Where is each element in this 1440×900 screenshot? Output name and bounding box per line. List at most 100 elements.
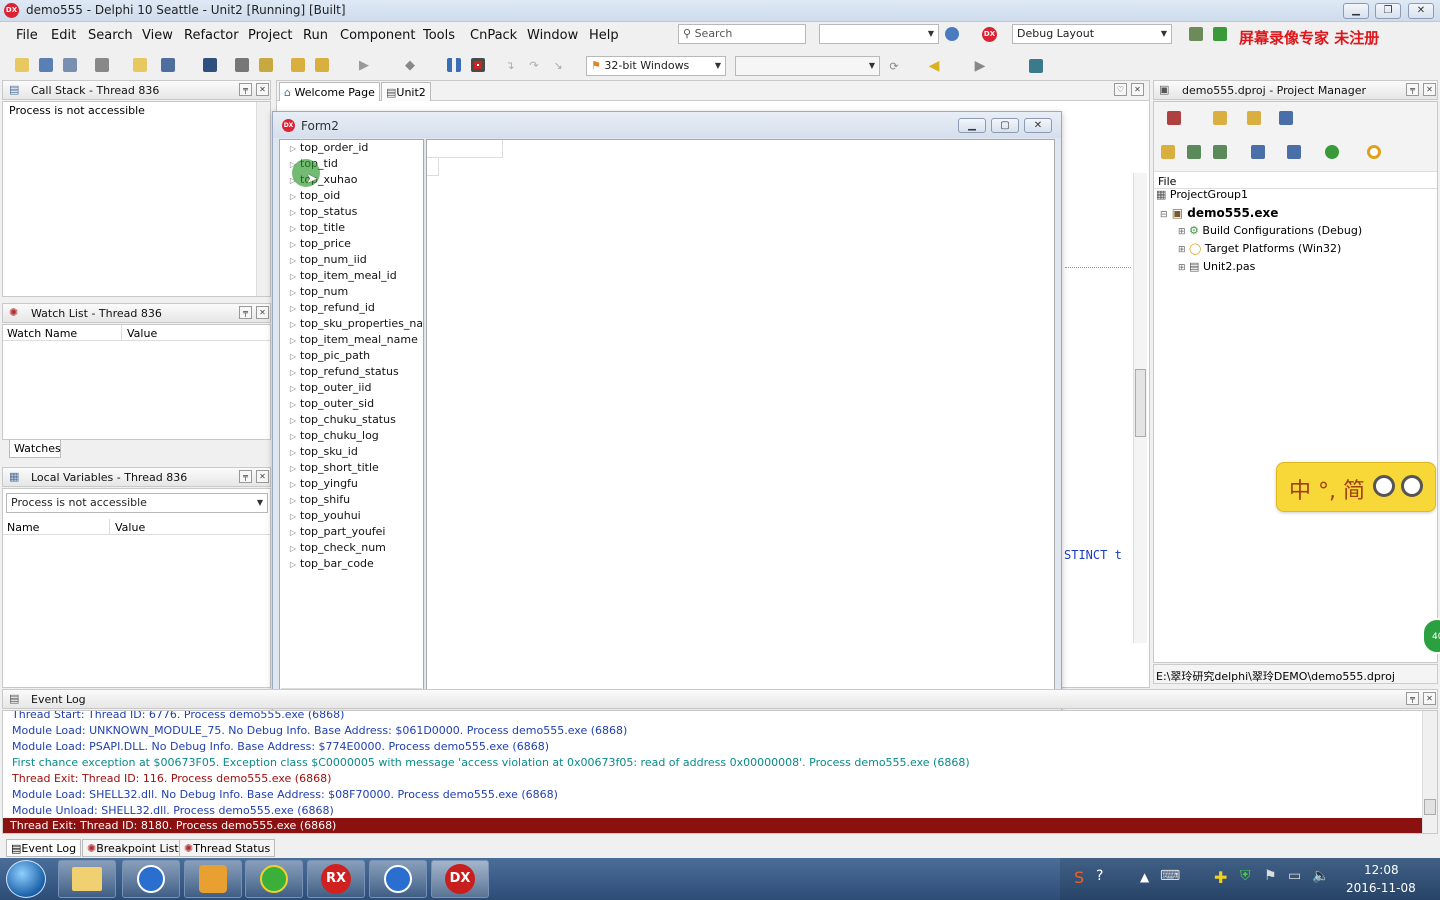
expand-arrow-icon[interactable]: ▷ xyxy=(286,192,300,201)
expand-arrow-icon[interactable]: ▷ xyxy=(286,528,300,537)
watches-tab[interactable]: Watches xyxy=(9,440,61,458)
platform-icon[interactable] xyxy=(1364,142,1384,162)
close-panel-icon[interactable]: ✕ xyxy=(256,470,269,483)
tree-item[interactable]: ▷ top_short_title xyxy=(286,461,379,477)
expand-arrow-icon[interactable]: ▷ xyxy=(286,224,300,233)
minimize-button[interactable]: ▁ xyxy=(1343,3,1369,19)
tree-item[interactable]: ▷ top_item_meal_name xyxy=(286,333,418,349)
log-line[interactable]: Thread Exit: Thread ID: 116. Process dem… xyxy=(12,772,331,785)
expand-arrow-icon[interactable]: ▷ xyxy=(286,240,300,249)
tree-item[interactable]: ▷ top_order_id xyxy=(286,141,368,157)
open-icon[interactable] xyxy=(36,55,56,75)
tree-item[interactable]: ▷ top_num xyxy=(286,285,348,301)
shield-icon[interactable]: ⛨ xyxy=(1240,868,1251,884)
tree-item[interactable]: ▷ top_status xyxy=(286,205,357,221)
expand-arrow-icon[interactable]: ▷ xyxy=(286,560,300,569)
menu-search[interactable]: Search xyxy=(88,28,133,43)
expand-arrow-icon[interactable]: ▷ xyxy=(286,352,300,361)
pin-icon[interactable]: ╤ xyxy=(239,470,252,483)
rx-task[interactable]: RX xyxy=(307,860,365,898)
tree-item[interactable]: ▷ top_youhui xyxy=(286,509,361,525)
options-icon[interactable] xyxy=(1276,108,1296,128)
expand-arrow-icon[interactable]: ▷ xyxy=(286,432,300,441)
expand-arrow-icon[interactable]: ▷ xyxy=(286,304,300,313)
expand-arrow-icon[interactable]: ▷ xyxy=(286,288,300,297)
computer-task[interactable] xyxy=(184,860,242,898)
add-file-icon[interactable] xyxy=(130,55,150,75)
tree-item[interactable]: ▷ top_item_meal_id xyxy=(286,269,397,285)
add-new-icon[interactable] xyxy=(1164,108,1184,128)
event-log-scrollbar[interactable] xyxy=(1422,711,1437,833)
close-panel-icon[interactable]: ✕ xyxy=(1423,83,1436,96)
tree-item[interactable]: ▷ top_oid xyxy=(286,189,340,205)
build-group-icon[interactable] xyxy=(1322,142,1342,162)
tab-breakpoint-list[interactable]: ✺Breakpoint List xyxy=(82,839,184,857)
network-tray-icon[interactable]: ⌨ xyxy=(1160,868,1180,884)
col-value[interactable]: Value xyxy=(127,327,157,340)
layout-settings-icon[interactable] xyxy=(1186,24,1206,44)
expand-arrow-icon[interactable]: ▷ xyxy=(286,448,300,457)
tree-item[interactable]: ▷ top_outer_sid xyxy=(286,397,374,413)
log-line[interactable]: Module Load: PSAPI.DLL. No Debug Info. B… xyxy=(12,740,549,753)
start-button[interactable] xyxy=(6,860,46,898)
forward-icon[interactable]: ▶ xyxy=(970,56,990,76)
pin-icon[interactable]: ╤ xyxy=(239,83,252,96)
expand-arrow-icon[interactable]: ▷ xyxy=(286,256,300,265)
tree-item[interactable]: ▷ top_title xyxy=(286,221,345,237)
menu-project[interactable]: Project xyxy=(248,28,292,43)
unit2-node[interactable]: ⊞ ▤ Unit2.pas xyxy=(1178,260,1255,273)
save-all-icon[interactable] xyxy=(158,55,178,75)
open-folder-icon[interactable] xyxy=(1244,108,1264,128)
tree-item[interactable]: ▷top_sku_properties_name xyxy=(286,317,422,333)
expand-arrow-icon[interactable]: ▷ xyxy=(286,320,300,329)
close-panel-icon[interactable]: ✕ xyxy=(256,306,269,319)
log-line[interactable]: First chance exception at $00673F05. Exc… xyxy=(12,756,970,769)
menu-tools[interactable]: Tools xyxy=(423,28,455,43)
pin-icon[interactable]: ╤ xyxy=(1406,83,1419,96)
expand-arrow-icon[interactable]: ▷ xyxy=(286,144,300,153)
form2-maximize-button[interactable]: ▢ xyxy=(991,118,1019,133)
expand-arrow-icon[interactable]: ▷ xyxy=(286,400,300,409)
menu-window[interactable]: Window xyxy=(527,28,578,43)
volume-icon[interactable]: 🔈 xyxy=(1312,868,1329,884)
search-input[interactable]: ⚲ Search xyxy=(678,24,806,44)
expand-arrow-icon[interactable]: ▷ xyxy=(286,416,300,425)
refresh-icon[interactable]: ⟳ xyxy=(884,56,904,76)
expand-arrow-icon[interactable]: ▷ xyxy=(286,336,300,345)
layout-combo[interactable]: Debug Layout ▼ xyxy=(1012,24,1172,44)
expand-arrow-icon[interactable]: ▷ xyxy=(286,368,300,377)
delphi-task[interactable]: DX xyxy=(431,860,489,898)
view-unit-icon[interactable] xyxy=(256,55,276,75)
col-name[interactable]: Name xyxy=(7,521,39,534)
run-to-cursor-icon[interactable]: ↘ xyxy=(548,55,568,75)
close-panel-icon[interactable]: ✕ xyxy=(1423,692,1436,705)
export-icon[interactable] xyxy=(312,55,332,75)
tree-item[interactable]: ▷ top_refund_status xyxy=(286,365,399,381)
run-icon[interactable]: ▶ xyxy=(354,55,374,75)
expand-arrow-icon[interactable]: ▷ xyxy=(286,464,300,473)
sogou-tray-icon[interactable]: S xyxy=(1074,868,1084,887)
platform-combo[interactable]: ⚑ 32-bit Windows ▼ xyxy=(586,56,726,76)
360-tray-icon[interactable]: ✚ xyxy=(1214,868,1227,887)
target-platforms-node[interactable]: ⊞ ◯ Target Platforms (Win32) xyxy=(1178,242,1341,255)
tree-item[interactable]: ▷ top_refund_id xyxy=(286,301,375,317)
close-button[interactable]: ✕ xyxy=(1408,3,1434,19)
pause-icon[interactable] xyxy=(444,55,464,75)
close-panel-icon[interactable]: ✕ xyxy=(256,83,269,96)
form2-minimize-button[interactable]: ▁ xyxy=(958,118,986,133)
local-vars-combo[interactable]: Process is not accessible ▼ xyxy=(6,493,268,513)
tab-welcome-page[interactable]: ⌂ Welcome Page xyxy=(279,82,380,101)
log-line[interactable]: Thread Start: Thread ID: 6776. Process d… xyxy=(12,711,344,721)
tree-item[interactable]: ▷ top_shifu xyxy=(286,493,350,509)
sogou-download-task[interactable] xyxy=(369,860,427,898)
sync-icon[interactable] xyxy=(1158,142,1178,162)
import-icon[interactable] xyxy=(288,55,308,75)
tab-close-icon[interactable]: ✕ xyxy=(1131,83,1144,96)
log-line[interactable]: Thread Exit: Thread ID: 8180. Process de… xyxy=(10,819,336,832)
menu-cnpack[interactable]: CnPack xyxy=(470,28,517,43)
col-file[interactable]: File xyxy=(1158,175,1176,188)
menu-refactor[interactable]: Refactor xyxy=(184,28,239,43)
tab-thread-status[interactable]: ✺Thread Status xyxy=(179,839,276,857)
expand-icon[interactable] xyxy=(1184,142,1204,162)
tree-item[interactable]: ▷ top_chuku_log xyxy=(286,429,379,445)
